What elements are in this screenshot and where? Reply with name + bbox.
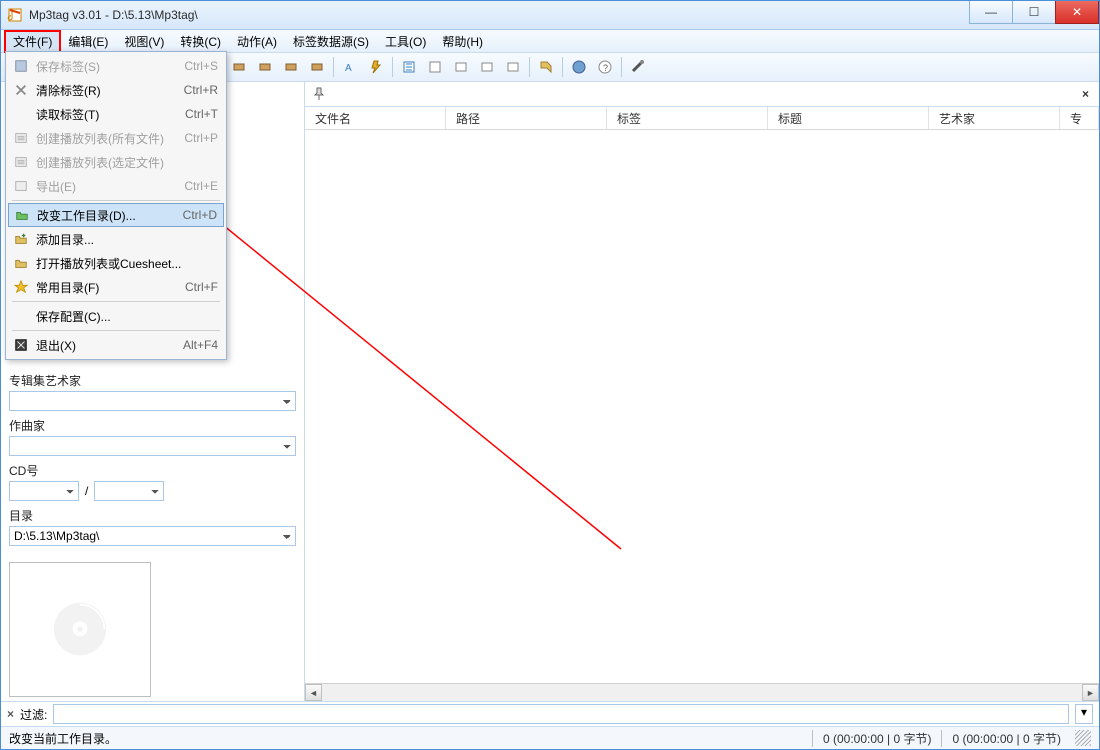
album-artist-label: 专辑集艺术家	[9, 372, 296, 389]
cd-slash: /	[83, 484, 90, 498]
menubar: 文件(F) 编辑(E) 视图(V) 转换(C) 动作(A) 标签数据源(S) 工…	[1, 30, 1099, 53]
titlebar: Mp3tag v3.01 - D:\5.13\Mp3tag\ — ☐ ✕	[1, 1, 1099, 30]
menu-actions[interactable]: 动作(A)	[229, 31, 285, 52]
tb-action3-icon[interactable]	[279, 55, 303, 79]
pin-icon[interactable]	[311, 86, 327, 102]
exit-icon	[12, 336, 30, 354]
app-icon	[7, 7, 23, 23]
menu-edit[interactable]: 编辑(E)	[60, 31, 116, 52]
album-art-placeholder[interactable]	[9, 562, 151, 697]
file-menu-dropdown: 保存标签(S)Ctrl+S 清除标签(R)Ctrl+R 读取标签(T)Ctrl+…	[5, 51, 227, 360]
menu-change-directory[interactable]: 改变工作目录(D)...Ctrl+D	[8, 203, 224, 227]
tb-action1-icon[interactable]	[227, 55, 251, 79]
menu-file[interactable]: 文件(F)	[5, 31, 60, 52]
menu-save-tag[interactable]: 保存标签(S)Ctrl+S	[8, 54, 224, 78]
scroll-right-icon[interactable]: ►	[1082, 684, 1099, 701]
col-overflow[interactable]: 专	[1060, 107, 1099, 129]
cd-label: CD号	[9, 462, 296, 479]
folder-green-icon	[13, 206, 31, 224]
svg-text:A: A	[345, 63, 352, 74]
menu-open-playlist[interactable]: 打开播放列表或Cuesheet...	[8, 251, 224, 275]
menu-save-config[interactable]: 保存配置(C)...	[8, 304, 224, 328]
col-filename[interactable]: 文件名	[305, 107, 446, 129]
menu-help[interactable]: 帮助(H)	[434, 31, 491, 52]
horizontal-scrollbar[interactable]: ◄ ►	[305, 683, 1099, 701]
menu-add-directory[interactable]: 添加目录...	[8, 227, 224, 251]
tb-settings-icon[interactable]	[626, 55, 650, 79]
list-icon	[12, 153, 30, 171]
tb-misc3-icon[interactable]	[501, 55, 525, 79]
tb-web-icon[interactable]	[567, 55, 591, 79]
composer-label: 作曲家	[9, 417, 296, 434]
menu-tools[interactable]: 工具(O)	[377, 31, 434, 52]
tb-quick-action-icon[interactable]	[364, 55, 388, 79]
filter-input[interactable]	[53, 704, 1069, 724]
resize-grip[interactable]	[1075, 730, 1091, 746]
menu-exit[interactable]: 退出(X)Alt+F4	[8, 333, 224, 357]
star-icon	[12, 278, 30, 296]
menu-view[interactable]: 视图(V)	[116, 31, 172, 52]
menu-convert[interactable]: 转换(C)	[172, 31, 229, 52]
filter-bar: × 过滤: ▾	[1, 701, 1099, 726]
menu-read-tag[interactable]: 读取标签(T)Ctrl+T	[8, 102, 224, 126]
status-message: 改变当前工作目录。	[9, 730, 812, 747]
menu-playlist-all[interactable]: 创建播放列表(所有文件)Ctrl+P	[8, 126, 224, 150]
disc-icon	[50, 599, 110, 659]
menu-tag-sources[interactable]: 标签数据源(S)	[285, 31, 377, 52]
svg-text:?: ?	[603, 63, 608, 73]
panel-close-icon[interactable]: ×	[1078, 87, 1093, 101]
filter-label: 过滤:	[20, 706, 47, 723]
folder-add-icon	[12, 230, 30, 248]
directory-label: 目录	[9, 507, 296, 524]
tb-misc2-icon[interactable]	[475, 55, 499, 79]
tb-help-icon[interactable]: ?	[593, 55, 617, 79]
tb-playlist-icon[interactable]	[397, 55, 421, 79]
col-path[interactable]: 路径	[446, 107, 607, 129]
menu-remove-tag[interactable]: 清除标签(R)Ctrl+R	[8, 78, 224, 102]
col-artist[interactable]: 艺术家	[929, 107, 1060, 129]
tb-export-icon[interactable]	[423, 55, 447, 79]
window-title: Mp3tag v3.01 - D:\5.13\Mp3tag\	[29, 8, 969, 22]
status-count-1: 0 (00:00:00 | 0 字节)	[812, 730, 942, 747]
minimize-button[interactable]: —	[969, 1, 1013, 24]
col-title[interactable]: 标题	[768, 107, 929, 129]
menu-favorites[interactable]: 常用目录(F)Ctrl+F	[8, 275, 224, 299]
filter-dropdown-icon[interactable]: ▾	[1075, 704, 1093, 724]
status-bar: 改变当前工作目录。 0 (00:00:00 | 0 字节) 0 (00:00:0…	[1, 726, 1099, 749]
close-button[interactable]: ✕	[1055, 1, 1099, 24]
filter-close-icon[interactable]: ×	[7, 707, 14, 721]
list-body[interactable]	[305, 130, 1099, 683]
col-tag[interactable]: 标签	[607, 107, 768, 129]
album-artist-input[interactable]	[9, 391, 296, 411]
list-icon	[12, 129, 30, 147]
list-header: 文件名 路径 标签 标题 艺术家 专	[305, 107, 1099, 130]
save-icon	[12, 57, 30, 75]
cd-total-input[interactable]	[94, 481, 164, 501]
tb-autonumber-icon[interactable]: A	[338, 55, 362, 79]
tb-action4-icon[interactable]	[305, 55, 329, 79]
menu-playlist-selected[interactable]: 创建播放列表(选定文件)	[8, 150, 224, 174]
export-icon	[12, 177, 30, 195]
status-count-2: 0 (00:00:00 | 0 字节)	[941, 730, 1071, 747]
panel-header: ×	[305, 82, 1099, 107]
scroll-left-icon[interactable]: ◄	[305, 684, 322, 701]
file-list-pane: × 文件名 路径 标签 标题 艺术家 专 ◄ ►	[305, 82, 1099, 701]
app-window: Mp3tag v3.01 - D:\5.13\Mp3tag\ — ☐ ✕ 文件(…	[0, 0, 1100, 750]
menu-export[interactable]: 导出(E)Ctrl+E	[8, 174, 224, 198]
maximize-button[interactable]: ☐	[1012, 1, 1056, 24]
cd-number-input[interactable]	[9, 481, 79, 501]
directory-input[interactable]	[9, 526, 296, 546]
tb-action2-icon[interactable]	[253, 55, 277, 79]
folder-open-icon	[12, 254, 30, 272]
tb-tag-icon[interactable]	[534, 55, 558, 79]
tb-misc1-icon[interactable]	[449, 55, 473, 79]
composer-input[interactable]	[9, 436, 296, 456]
x-icon	[12, 81, 30, 99]
